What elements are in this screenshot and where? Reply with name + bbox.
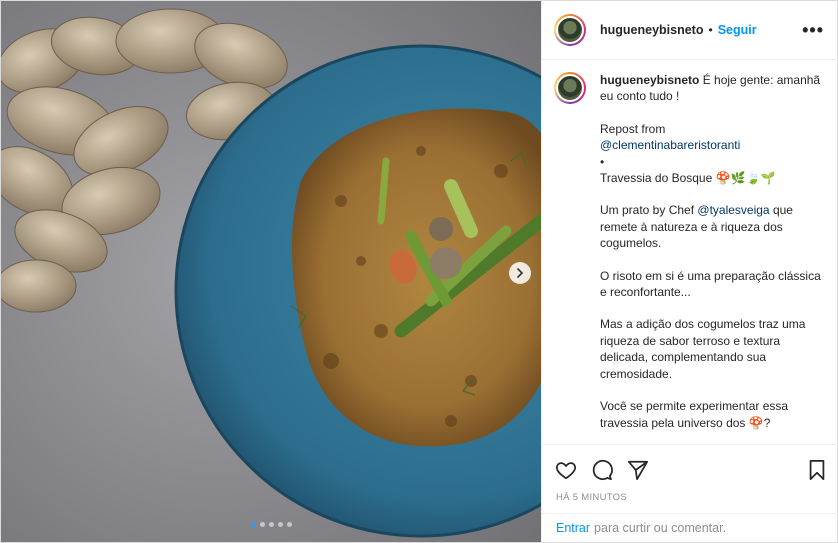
caption-username[interactable]: hugueneybisneto xyxy=(600,73,699,87)
carousel-dot xyxy=(259,522,265,527)
risotto-photo xyxy=(1,1,541,542)
repost-account-link[interactable]: @clementinabareristoranti xyxy=(600,138,740,152)
caption-area: hugueneybisneto É hoje gente: amanhã eu … xyxy=(542,60,838,442)
carousel-dot xyxy=(286,522,292,527)
carousel-dot xyxy=(277,522,283,527)
comment-icon[interactable] xyxy=(590,458,614,482)
carousel-dot xyxy=(268,522,274,527)
chef-mention-link[interactable]: @tyalesveiga xyxy=(697,203,769,217)
post-sidebar: hugueneybisneto • Seguir ••• hugueneybis… xyxy=(541,1,838,542)
caption-p3: Mas a adição dos cogumelos traz uma riqu… xyxy=(600,317,806,381)
post-header: hugueneybisneto • Seguir ••• xyxy=(542,1,838,60)
next-slide-button[interactable] xyxy=(509,262,531,284)
instagram-post: hugueneybisneto • Seguir ••• hugueneybis… xyxy=(0,0,838,543)
caption-p1-before: Um prato by Chef xyxy=(600,203,695,218)
separator-dot: • xyxy=(708,23,713,37)
caption-title: Travessia do Bosque 🍄🌿🍃🌱 xyxy=(600,171,776,186)
avatar[interactable] xyxy=(554,14,586,46)
caption-p4: Você se permite experimentar essa traves… xyxy=(600,399,789,430)
login-link[interactable]: Entrar xyxy=(556,521,590,535)
caption-p2: O risoto em si é uma preparação clássica… xyxy=(600,268,821,300)
chevron-right-icon xyxy=(517,268,524,278)
caption-bullet: • xyxy=(600,154,605,169)
caption-text: hugueneybisneto É hoje gente: amanhã eu … xyxy=(600,72,822,442)
follow-button[interactable]: Seguir xyxy=(718,23,757,37)
share-icon[interactable] xyxy=(626,458,650,482)
carousel-dot xyxy=(250,522,256,527)
bookmark-icon[interactable] xyxy=(805,458,829,482)
more-options-icon[interactable]: ••• xyxy=(802,20,824,41)
heart-icon[interactable] xyxy=(554,458,578,482)
comment-prompt: para curtir ou comentar. xyxy=(594,521,727,535)
repost-label: Repost from xyxy=(600,121,666,136)
post-image[interactable] xyxy=(1,1,541,542)
post-timestamp: HÁ 5 MINUTOS xyxy=(556,492,627,503)
action-bar xyxy=(542,444,838,494)
comment-bar: Entrar para curtir ou comentar. xyxy=(542,513,838,542)
header-username[interactable]: hugueneybisneto xyxy=(600,23,703,37)
carousel-indicator xyxy=(1,522,541,527)
caption-avatar[interactable] xyxy=(554,72,586,104)
